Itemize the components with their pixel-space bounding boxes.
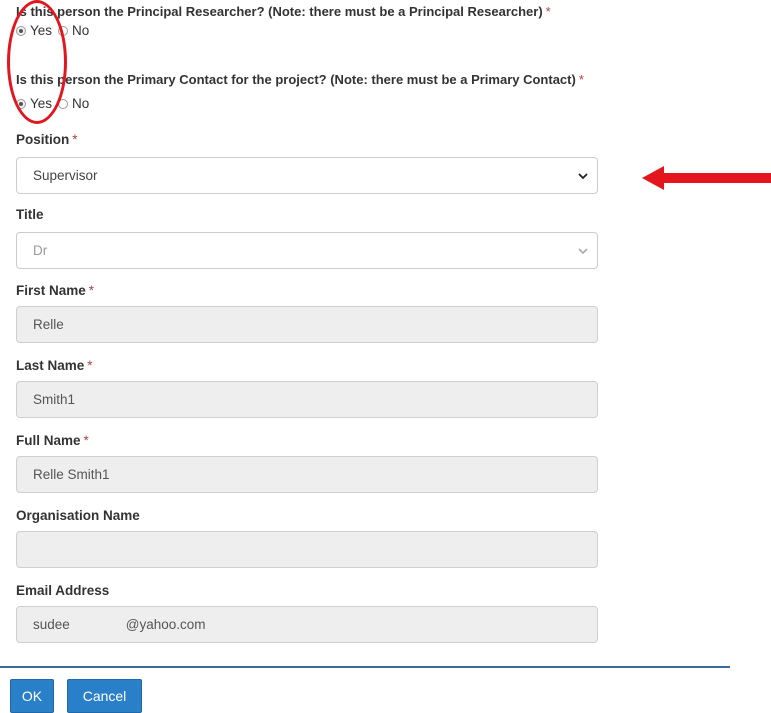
organisation-name-input[interactable] bbox=[16, 531, 598, 568]
first-name-input[interactable]: Relle bbox=[16, 306, 598, 343]
principal-researcher-question-text: Is this person the Principal Researcher?… bbox=[16, 4, 543, 19]
principal-researcher-question: Is this person the Principal Researcher?… bbox=[16, 4, 551, 19]
principal-researcher-no-label[interactable]: No bbox=[72, 23, 89, 38]
required-asterisk: * bbox=[88, 283, 95, 298]
organisation-name-label: Organisation Name bbox=[16, 508, 140, 523]
chevron-down-icon bbox=[578, 247, 588, 254]
ok-button[interactable]: OK bbox=[10, 679, 54, 713]
last-name-value: Smith1 bbox=[33, 392, 76, 407]
required-asterisk: * bbox=[578, 72, 584, 87]
position-select[interactable]: Supervisor bbox=[16, 157, 598, 194]
full-name-input[interactable]: Relle Smith1 bbox=[16, 456, 598, 493]
primary-contact-yes-label[interactable]: Yes bbox=[30, 96, 52, 111]
footer-divider bbox=[0, 666, 730, 668]
email-address-label: Email Address bbox=[16, 583, 110, 598]
email-value-user: sudee bbox=[33, 617, 70, 632]
full-name-label: Full Name * bbox=[16, 433, 89, 448]
red-arrow-annotation bbox=[642, 166, 771, 190]
email-value-domain: @yahoo.com bbox=[125, 617, 206, 632]
principal-researcher-radio-group: Yes No bbox=[16, 23, 95, 38]
last-name-label: Last Name * bbox=[16, 358, 93, 373]
full-name-value: Relle Smith1 bbox=[33, 467, 110, 482]
position-value: Supervisor bbox=[33, 168, 98, 183]
primary-contact-yes-radio[interactable] bbox=[16, 98, 26, 109]
principal-researcher-yes-radio[interactable] bbox=[16, 25, 26, 36]
title-label: Title bbox=[16, 207, 44, 222]
required-asterisk: * bbox=[72, 132, 78, 147]
email-address-input[interactable]: sudee @yahoo.com bbox=[16, 606, 598, 643]
last-name-input[interactable]: Smith1 bbox=[16, 381, 598, 418]
first-name-value: Relle bbox=[33, 317, 64, 332]
primary-contact-radio-group: Yes No bbox=[16, 96, 95, 111]
required-asterisk: * bbox=[545, 4, 551, 19]
primary-contact-question-text: Is this person the Primary Contact for t… bbox=[16, 72, 576, 87]
required-asterisk: * bbox=[83, 433, 89, 448]
title-value: Dr bbox=[33, 243, 48, 258]
principal-researcher-no-radio[interactable] bbox=[58, 25, 69, 36]
title-select[interactable]: Dr bbox=[16, 232, 598, 269]
required-asterisk: * bbox=[87, 358, 93, 373]
position-label: Position * bbox=[16, 132, 78, 147]
first-name-label: First Name * bbox=[16, 283, 95, 298]
principal-researcher-yes-label[interactable]: Yes bbox=[30, 23, 52, 38]
primary-contact-no-radio[interactable] bbox=[58, 98, 69, 109]
cancel-button[interactable]: Cancel bbox=[67, 679, 142, 713]
primary-contact-no-label[interactable]: No bbox=[72, 96, 89, 111]
chevron-down-icon bbox=[578, 172, 588, 179]
primary-contact-question: Is this person the Primary Contact for t… bbox=[16, 72, 584, 87]
